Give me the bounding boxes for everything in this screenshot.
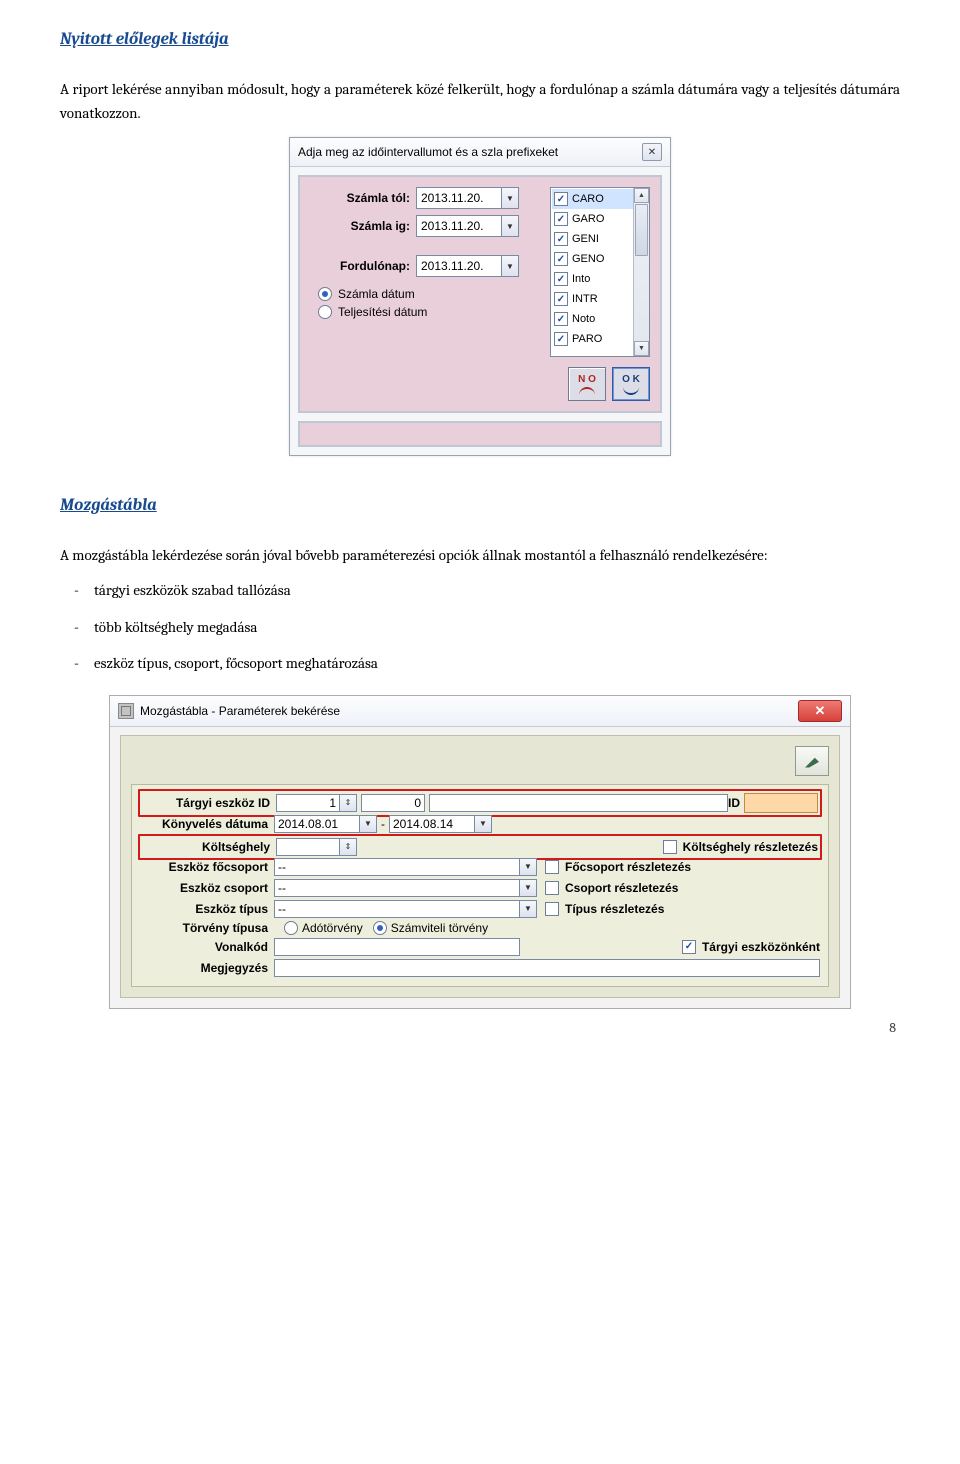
input-asset-name[interactable] xyxy=(429,794,728,812)
section-title-advances: Nyitott előlegek listája xyxy=(60,30,900,49)
scrollbar[interactable]: ▲ ▼ xyxy=(633,188,649,356)
no-button[interactable]: N O xyxy=(568,367,606,401)
dropdown-button[interactable]: ▼ xyxy=(519,879,537,897)
radio-account-law[interactable] xyxy=(373,921,387,935)
radio-tax-law[interactable] xyxy=(284,921,298,935)
dropdown-button[interactable]: ▼ xyxy=(501,255,519,277)
list-item: tárgyi eszközök szabad tallózása xyxy=(60,579,900,602)
section2-paragraph: A mozgástábla lekérdezése során jóval bő… xyxy=(60,543,900,567)
close-button[interactable]: ✕ xyxy=(798,700,842,722)
label-cost-center: Költséghely xyxy=(142,840,276,854)
dropdown-button[interactable]: ▼ xyxy=(474,815,492,833)
scroll-thumb[interactable] xyxy=(635,204,648,256)
radio-label: Adótörvény xyxy=(302,921,363,935)
scroll-down-icon[interactable]: ▼ xyxy=(634,341,649,356)
label-note: Megjegyzés xyxy=(140,961,274,975)
stepper-button[interactable]: ⇕ xyxy=(339,838,357,856)
sad-mouth-icon xyxy=(579,387,595,395)
input-barcode[interactable] xyxy=(274,938,520,956)
select-group[interactable]: -- xyxy=(274,879,520,897)
input-cost-center[interactable] xyxy=(276,838,340,856)
section-title-mozgastabla: Mozgástábla xyxy=(60,496,900,515)
input-szamla-ig[interactable]: 2013.11.20. xyxy=(416,215,502,237)
list-item: eszköz típus, csoport, főcsoport meghatá… xyxy=(60,652,900,675)
label-barcode: Vonalkód xyxy=(140,940,274,954)
checkbox[interactable]: ✓ xyxy=(682,940,696,954)
label-asset-id: Tárgyi eszköz ID xyxy=(142,796,276,810)
dialog2-title: Mozgástábla - Paraméterek bekérése xyxy=(140,704,340,718)
dialog1-title: Adja meg az időintervallumot és a szla p… xyxy=(298,145,558,159)
edit-button[interactable] xyxy=(795,746,829,776)
scroll-up-icon[interactable]: ▲ xyxy=(634,188,649,203)
close-icon[interactable]: ✕ xyxy=(642,143,662,161)
label-lawtype: Törvény típusa xyxy=(140,921,274,935)
label-maingroup: Eszköz főcsoport xyxy=(140,860,274,874)
input-asset-to[interactable]: 0 xyxy=(361,794,425,812)
input-date-from[interactable]: 2014.08.01 xyxy=(274,815,360,833)
highlight-asset-id: Tárgyi eszköz ID 1 ⇕ 0 ID xyxy=(138,789,822,817)
dash-separator: - xyxy=(377,817,389,831)
dialog1-footer-frame xyxy=(298,421,662,447)
stepper-button[interactable]: ⇕ xyxy=(339,794,357,812)
dialog2-screenshot: Mozgástábla - Paraméterek bekérése ✕ xyxy=(60,695,900,1009)
label-szamla-ig: Számla ig: xyxy=(310,219,416,233)
select-maingroup[interactable]: -- xyxy=(274,858,520,876)
dropdown-button[interactable]: ▼ xyxy=(359,815,377,833)
section1-paragraph: A riport lekérése annyiban módosult, hog… xyxy=(60,77,900,125)
checkbox[interactable] xyxy=(545,902,559,916)
checkbox[interactable] xyxy=(663,840,677,854)
label-fordulonap: Fordulónap: xyxy=(310,259,416,273)
input-id[interactable] xyxy=(744,793,818,813)
bullet-list: tárgyi eszközök szabad tallózása több kö… xyxy=(60,579,900,675)
dropdown-button[interactable]: ▼ xyxy=(501,187,519,209)
dropdown-button[interactable]: ▼ xyxy=(501,215,519,237)
prefix-listbox[interactable]: ✓CARO ✓GARO ✓GENI ✓GENO ✓Into ✓INTR ✓Not… xyxy=(550,187,650,357)
label-type-detail: Típus részletezés xyxy=(565,902,664,916)
page-number: 8 xyxy=(60,1019,900,1036)
dropdown-button[interactable]: ▼ xyxy=(519,900,537,918)
radio-label: Számviteli törvény xyxy=(391,921,488,935)
highlight-cost-center: Költséghely ⇕ Költséghely részletezés xyxy=(138,834,822,860)
checkbox[interactable] xyxy=(545,881,559,895)
edit-icon xyxy=(805,754,819,768)
input-asset-from[interactable]: 1 xyxy=(276,794,340,812)
checkbox[interactable] xyxy=(545,860,559,874)
dialog1-titlebar: Adja meg az időintervallumot és a szla p… xyxy=(290,138,670,167)
input-date-to[interactable]: 2014.08.14 xyxy=(389,815,475,833)
ok-button[interactable]: O K xyxy=(612,367,650,401)
label-cost-detail: Költséghely részletezés xyxy=(683,840,818,854)
input-szamla-tol[interactable]: 2013.11.20. xyxy=(416,187,502,209)
list-item: több költséghely megadása xyxy=(60,616,900,639)
select-type[interactable]: -- xyxy=(274,900,520,918)
dropdown-button[interactable]: ▼ xyxy=(519,858,537,876)
input-fordulonap[interactable]: 2013.11.20. xyxy=(416,255,502,277)
label-type: Eszköz típus xyxy=(140,902,274,916)
label-per-asset: Tárgyi eszközönként xyxy=(702,940,820,954)
radio-szamla-datum[interactable]: Számla dátum xyxy=(318,287,540,301)
app-icon xyxy=(118,703,134,719)
radio-label: Számla dátum xyxy=(338,287,415,301)
input-note[interactable] xyxy=(274,959,820,977)
label-booking-date: Könyvelés dátuma xyxy=(140,817,274,831)
dialog1-screenshot: Adja meg az időintervallumot és a szla p… xyxy=(60,137,900,456)
smile-mouth-icon xyxy=(623,387,639,395)
label-group: Eszköz csoport xyxy=(140,881,274,895)
label-group-detail: Csoport részletezés xyxy=(565,881,678,895)
label-main-detail: Főcsoport részletezés xyxy=(565,860,691,874)
label-szamla-tol: Számla tól: xyxy=(310,191,416,205)
dialog2-titlebar: Mozgástábla - Paraméterek bekérése ✕ xyxy=(110,696,850,727)
label-id: ID xyxy=(728,796,740,810)
radio-label: Teljesítési dátum xyxy=(338,305,427,319)
radio-teljesitesi-datum[interactable]: Teljesítési dátum xyxy=(318,305,540,319)
